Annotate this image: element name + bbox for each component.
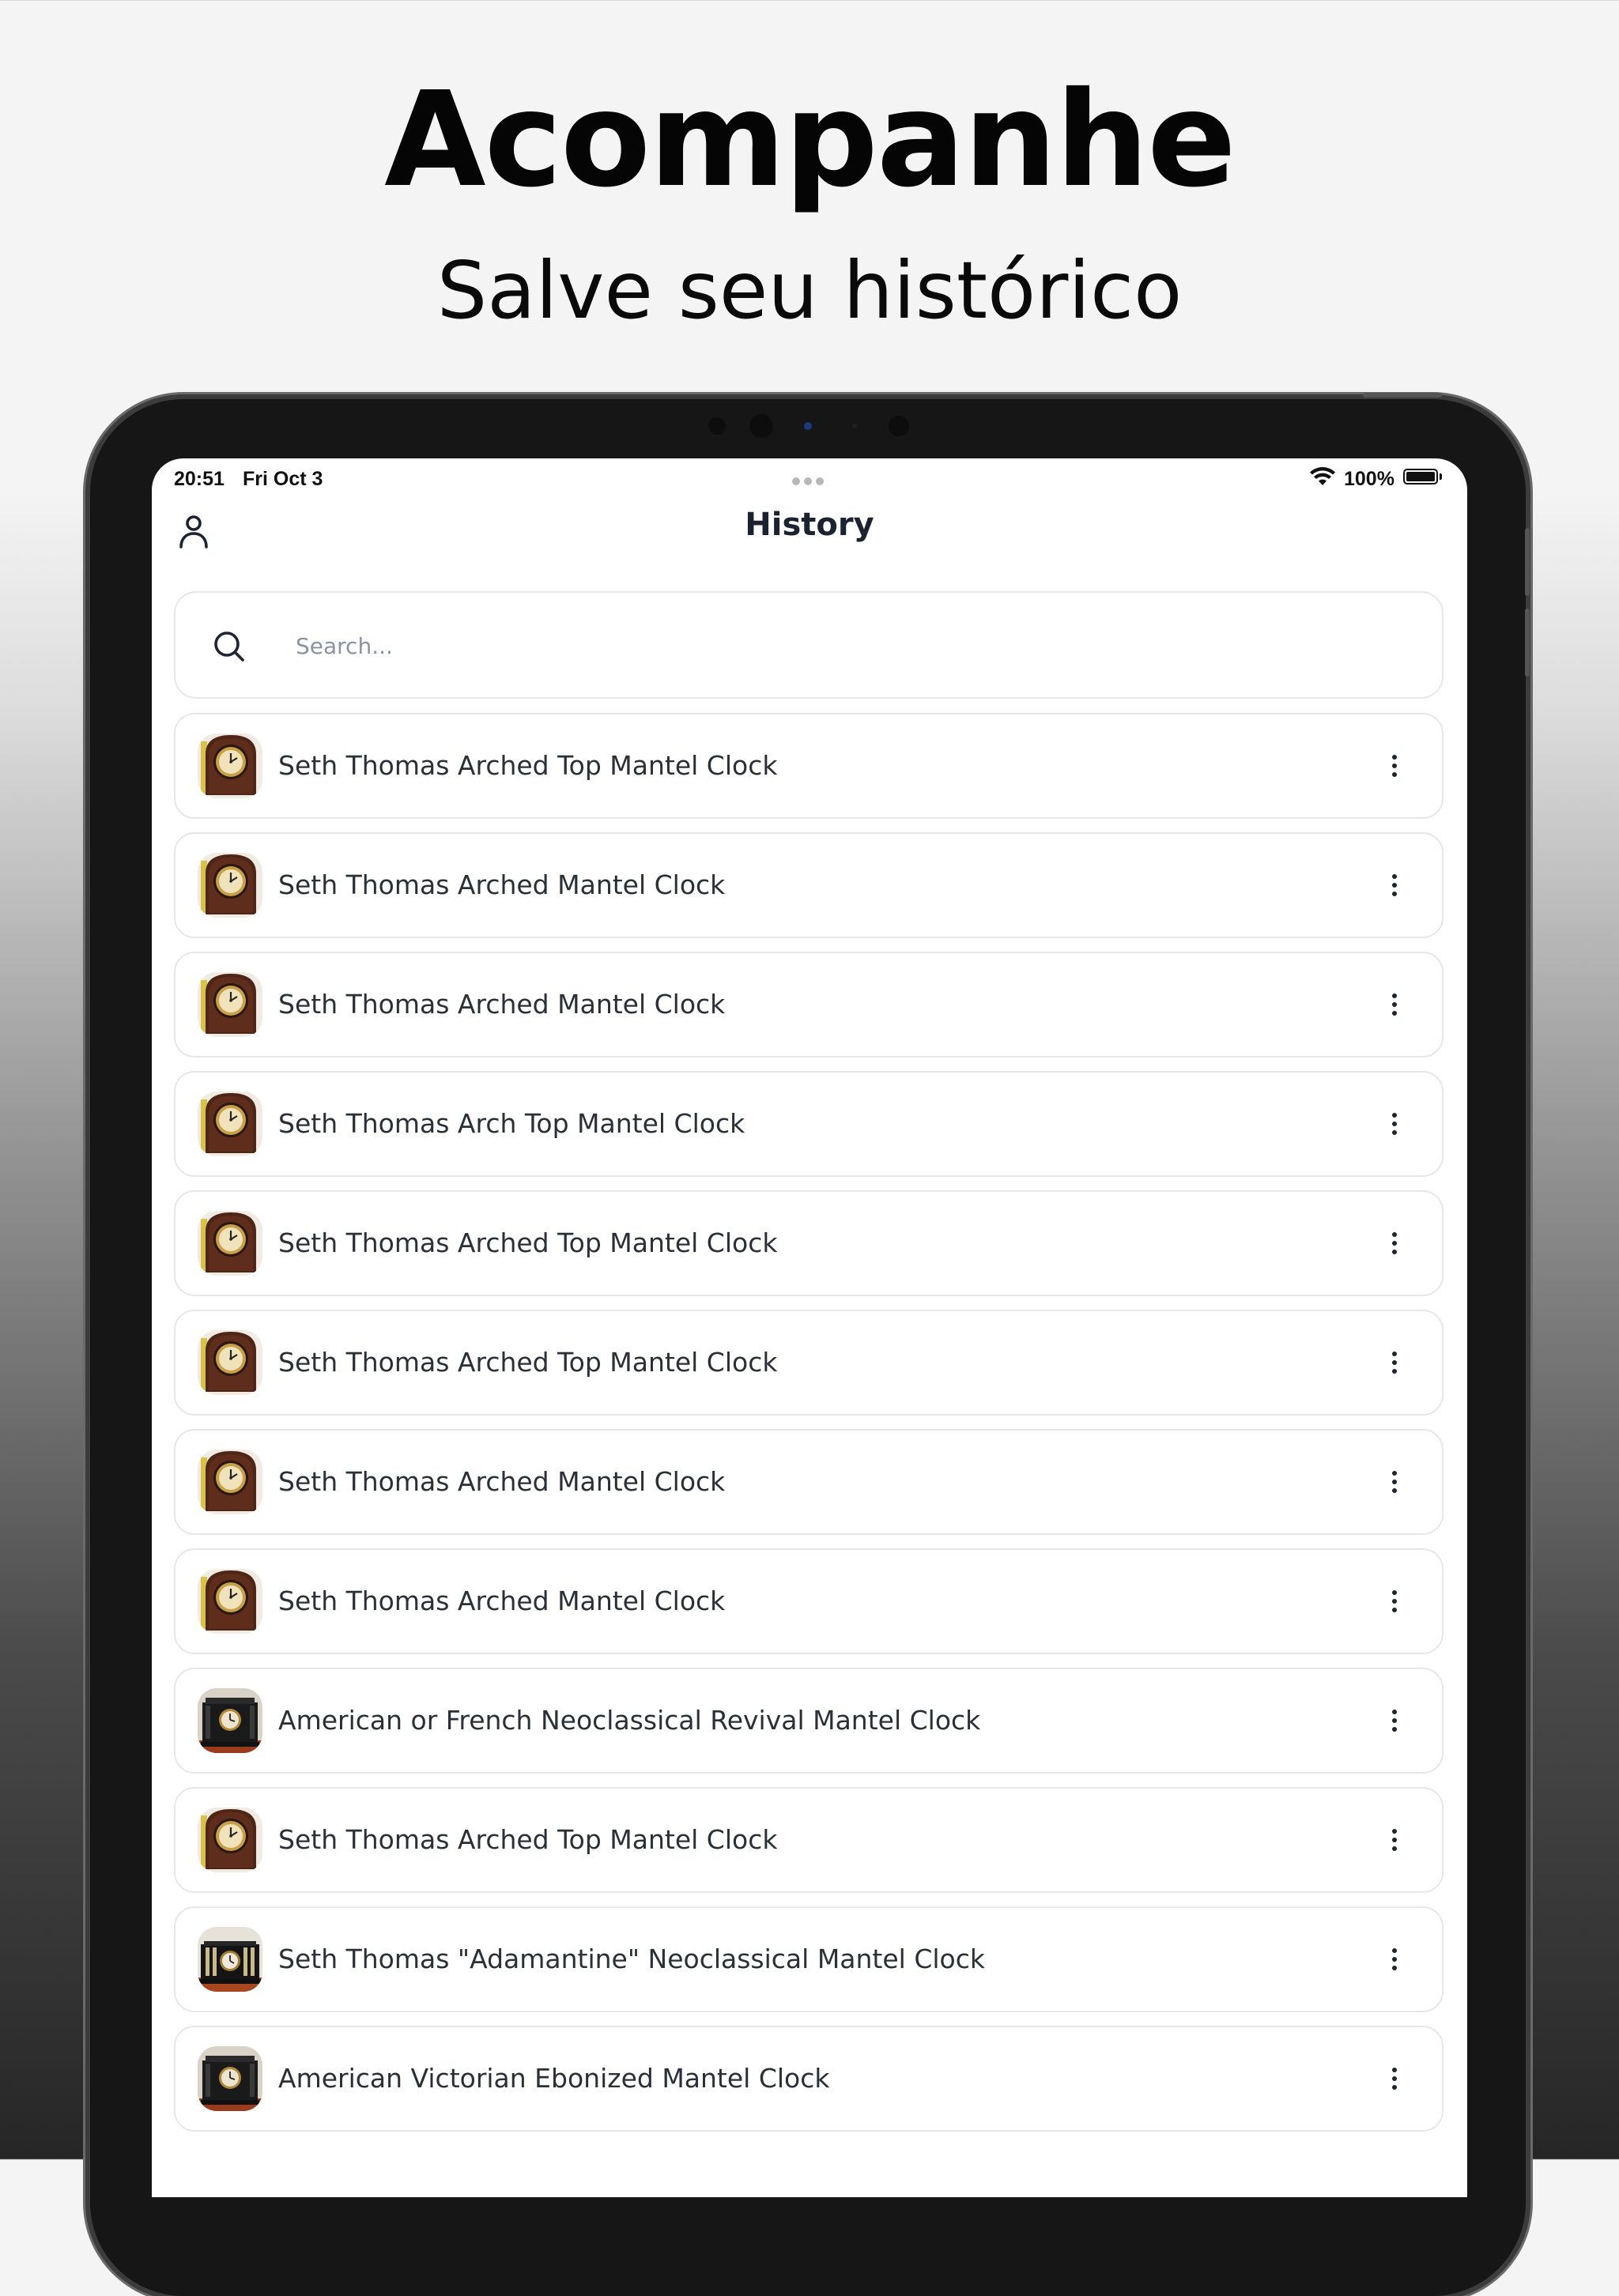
clock-thumbnail <box>198 853 262 918</box>
clock-thumbnail <box>198 1211 262 1276</box>
history-list-item[interactable]: Seth Thomas Arched Top Mantel Clock <box>174 1310 1444 1416</box>
marketing-subheadline: Salve seu histórico <box>436 244 1183 337</box>
more-vertical-icon[interactable] <box>1387 1705 1402 1736</box>
clock-thumbnail <box>198 972 262 1037</box>
history-list-item[interactable]: Seth Thomas "Adamantine" Neoclassical Ma… <box>174 1906 1444 2012</box>
history-item-title: American or French Neoclassical Revival … <box>278 1705 981 1736</box>
more-vertical-icon[interactable] <box>1387 1943 1402 1975</box>
more-vertical-icon[interactable] <box>1387 1824 1402 1856</box>
status-date: Fri Oct 3 <box>243 468 323 490</box>
status-time: 20:51 <box>174 468 225 490</box>
clock-thumbnail <box>198 733 262 798</box>
battery-icon <box>1403 469 1438 484</box>
history-list-item[interactable]: Seth Thomas Arched Mantel Clock <box>174 952 1444 1058</box>
search-icon <box>214 631 244 662</box>
history-item-title: Seth Thomas Arched Mantel Clock <box>278 1466 726 1497</box>
history-list: Seth Thomas Arched Top Mantel Clock Seth… <box>174 713 1444 2145</box>
battery-percentage: 100% <box>1344 468 1394 490</box>
history-list-item[interactable]: Seth Thomas Arched Mantel Clock <box>174 1548 1444 1654</box>
volume-up-button <box>1525 528 1530 596</box>
more-vertical-icon[interactable] <box>1387 1227 1402 1259</box>
clock-thumbnail <box>198 1808 262 1872</box>
more-vertical-icon[interactable] <box>1387 1347 1402 1378</box>
clock-thumbnail <box>198 1927 262 1992</box>
more-vertical-icon[interactable] <box>1387 2063 1402 2094</box>
history-item-title: Seth Thomas Arched Mantel Clock <box>278 989 726 1020</box>
more-vertical-icon[interactable] <box>1387 750 1402 782</box>
history-item-title: American Victorian Ebonized Mantel Clock <box>278 2063 830 2094</box>
history-item-title: Seth Thomas Arched Mantel Clock <box>278 1585 726 1616</box>
history-list-item[interactable]: American Victorian Ebonized Mantel Clock <box>174 2026 1444 2132</box>
wifi-icon <box>1310 467 1335 485</box>
history-item-title: Seth Thomas Arched Top Mantel Clock <box>278 1347 778 1378</box>
app-screen: 20:51 Fri Oct 3 100% History Search... S… <box>152 458 1467 2197</box>
camera-sensor <box>708 417 726 435</box>
clock-thumbnail <box>198 1569 262 1634</box>
volume-down-button <box>1525 609 1530 677</box>
more-vertical-icon[interactable] <box>1387 989 1402 1020</box>
camera-sensor <box>889 416 909 436</box>
battery-tip <box>1440 473 1442 480</box>
history-list-item[interactable]: Seth Thomas Arched Mantel Clock <box>174 832 1444 938</box>
clock-thumbnail <box>198 1450 262 1514</box>
multitasking-dots-icon[interactable] <box>792 468 828 485</box>
history-list-item[interactable]: Seth Thomas Arch Top Mantel Clock <box>174 1071 1444 1177</box>
more-vertical-icon[interactable] <box>1387 1108 1402 1140</box>
history-list-item[interactable]: Seth Thomas Arched Top Mantel Clock <box>174 1190 1444 1296</box>
history-item-title: Seth Thomas "Adamantine" Neoclassical Ma… <box>278 1943 985 1974</box>
page-title: History <box>745 507 874 543</box>
more-vertical-icon[interactable] <box>1387 1585 1402 1617</box>
camera-lens <box>749 414 773 438</box>
history-item-title: Seth Thomas Arch Top Mantel Clock <box>278 1108 745 1139</box>
clock-thumbnail <box>198 1330 262 1395</box>
navigation-bar: History <box>152 493 1467 569</box>
clock-thumbnail <box>198 1688 262 1753</box>
search-bar[interactable] <box>174 591 1444 699</box>
clock-thumbnail <box>198 1091 262 1156</box>
camera-sensor <box>852 424 857 428</box>
status-bar: 20:51 Fri Oct 3 100% <box>152 458 1467 493</box>
history-list-item[interactable]: American or French Neoclassical Revival … <box>174 1668 1444 1774</box>
search-input[interactable] <box>294 620 1404 672</box>
history-item-title: Seth Thomas Arched Mantel Clock <box>278 869 726 900</box>
more-vertical-icon[interactable] <box>1387 1466 1402 1498</box>
marketing-headline: Acompanhe <box>384 64 1236 217</box>
history-list-item[interactable]: Seth Thomas Arched Top Mantel Clock <box>174 713 1444 819</box>
history-item-title: Seth Thomas Arched Top Mantel Clock <box>278 1227 778 1258</box>
history-item-title: Seth Thomas Arched Top Mantel Clock <box>278 1824 778 1855</box>
more-vertical-icon[interactable] <box>1387 869 1402 901</box>
person-icon[interactable] <box>174 512 213 552</box>
history-item-title: Seth Thomas Arched Top Mantel Clock <box>278 750 778 781</box>
camera-indicator <box>804 422 812 430</box>
top-button <box>1363 393 1442 398</box>
history-list-item[interactable]: Seth Thomas Arched Mantel Clock <box>174 1429 1444 1535</box>
clock-thumbnail <box>198 2046 262 2111</box>
history-list-item[interactable]: Seth Thomas Arched Top Mantel Clock <box>174 1787 1444 1893</box>
